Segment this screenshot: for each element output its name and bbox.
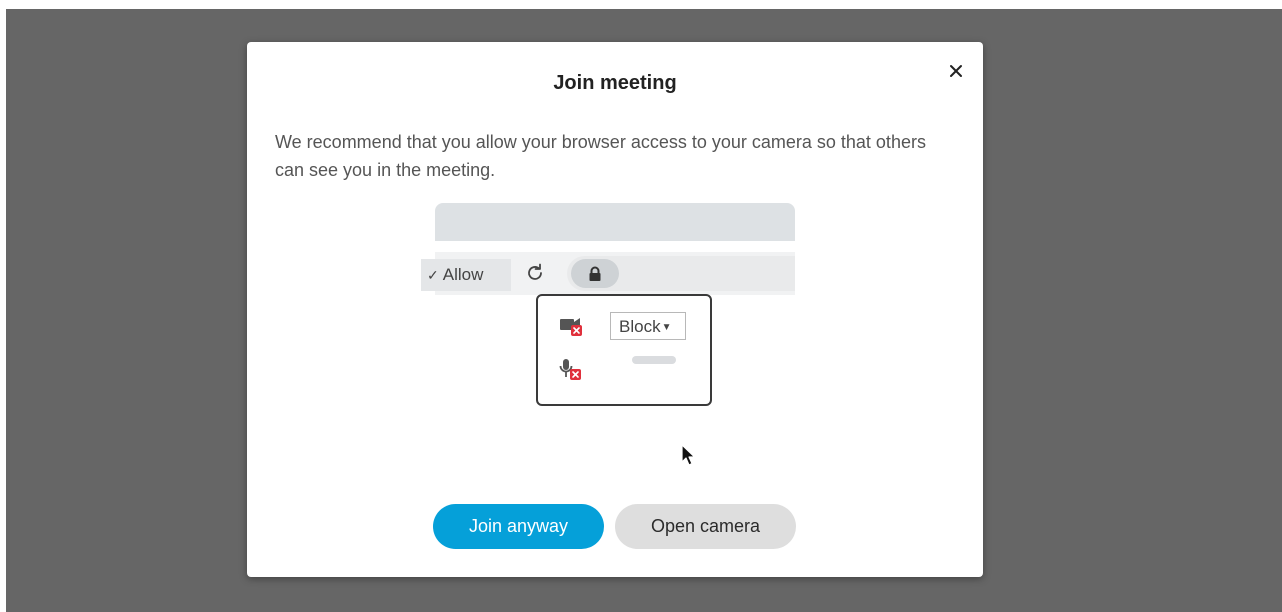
join-anyway-button[interactable]: Join anyway — [433, 504, 604, 549]
lock-icon — [589, 266, 601, 281]
camera-blocked-icon — [560, 318, 582, 336]
cursor-icon — [681, 444, 696, 466]
placeholder-bar — [632, 356, 676, 364]
browser-permission-illustration: Block▼ — [435, 203, 795, 433]
checkmark-icon: ✓ — [427, 267, 439, 283]
dialog-title: Join meeting — [553, 72, 677, 94]
allow-option[interactable]: ✓ Allow — [421, 259, 511, 291]
browser-tab-bar — [435, 203, 795, 241]
join-meeting-dialog: Join meeting We recommend that you allow… — [247, 42, 983, 577]
reload-icon — [528, 263, 542, 280]
allow-option-label: Allow — [442, 265, 484, 284]
permission-popup: Block▼ — [536, 294, 712, 406]
permission-select[interactable]: Block▼ — [610, 312, 686, 340]
microphone-blocked-icon — [559, 359, 581, 380]
open-camera-button[interactable]: Open camera — [615, 504, 796, 549]
close-button[interactable] — [945, 60, 967, 82]
site-info-chip — [571, 259, 619, 288]
dialog-message: We recommend that you allow your browser… — [275, 132, 926, 180]
close-icon — [950, 65, 962, 77]
chevron-down-icon: ▼ — [661, 322, 672, 333]
address-bar — [567, 256, 795, 291]
permission-select-value: Block — [619, 317, 661, 336]
